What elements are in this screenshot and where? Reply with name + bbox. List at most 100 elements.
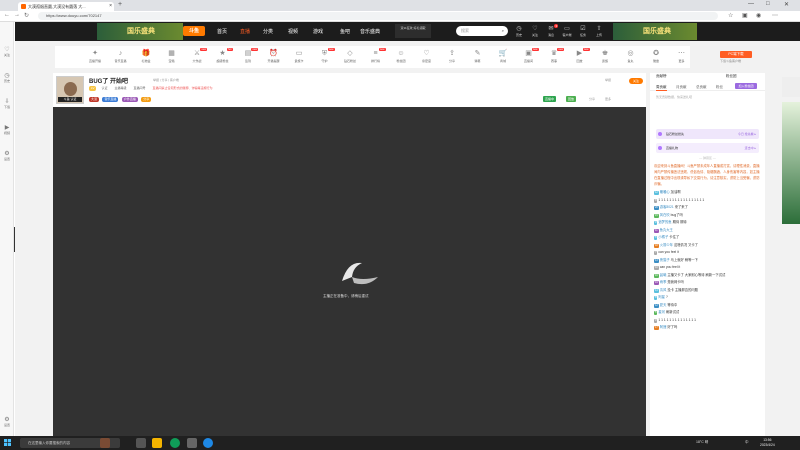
chat-message[interactable]: 7 can you feel it bbox=[654, 249, 762, 256]
chat-message[interactable]: 12 夏天等待中 bbox=[654, 302, 762, 309]
file-explorer-icon[interactable] bbox=[152, 438, 162, 448]
promo-box[interactable]: 双11狂欢 好礼领取 bbox=[395, 24, 431, 38]
feature-item[interactable]: ✪ 徽章 bbox=[644, 48, 668, 63]
chat-message[interactable]: 13 夜猫子马上就好 稍等一下 bbox=[654, 257, 762, 264]
chat-username[interactable]: 阿星 bbox=[658, 295, 665, 299]
sidebar-item-settings[interactable]: ⚙ 设置 bbox=[0, 150, 14, 161]
pc-download-button[interactable]: PC端下载 bbox=[720, 51, 752, 58]
reload-icon[interactable]: ↻ bbox=[24, 12, 29, 19]
tab-total[interactable]: 总贡献 bbox=[696, 85, 707, 90]
chat-username[interactable]: 火箭少年 bbox=[660, 243, 673, 247]
sidebar-bottom-settings[interactable]: ⚙ 设置 bbox=[0, 416, 14, 427]
tag-chip[interactable]: 音乐直播 bbox=[102, 97, 119, 102]
feature-item[interactable]: ♪ 音乐直播 bbox=[109, 48, 133, 63]
report-button[interactable]: 举报 bbox=[605, 78, 611, 82]
replay-chip[interactable]: 回放 bbox=[566, 96, 577, 102]
follow-button[interactable]: 关注 bbox=[629, 78, 643, 84]
feature-item[interactable]: ♚ 贵族 bbox=[593, 48, 617, 63]
windows-start-icon[interactable] bbox=[4, 439, 11, 446]
chat-username[interactable]: 小橘子 bbox=[658, 235, 668, 239]
browser-tab[interactable]: 大漠孤烟直圆,大漠没有圆落 大... × bbox=[18, 2, 114, 11]
gift-bar[interactable]: 直播礼物 连击中 ▸ bbox=[656, 143, 759, 153]
chat-message[interactable]: 8 阿星? bbox=[654, 294, 762, 301]
new-tab-button[interactable]: + bbox=[118, 1, 122, 8]
live-chip[interactable]: 直播中 bbox=[543, 96, 557, 102]
profile-icon[interactable]: ◉ bbox=[756, 12, 761, 19]
chat-message[interactable]: 15 风在吹bug了吗 bbox=[654, 212, 762, 219]
menu-icon[interactable]: ⋯ bbox=[772, 12, 778, 19]
edge-icon[interactable] bbox=[170, 438, 180, 448]
nav-game[interactable]: 游戏 bbox=[313, 28, 323, 35]
feature-item[interactable]: ◇ 钻石粉丝 bbox=[338, 48, 362, 63]
feature-item[interactable]: ▤ 签到 new bbox=[236, 48, 260, 63]
chat-message[interactable]: 16 晨曦主播又卡了 大家耐心等待 刷新一下试试 bbox=[654, 272, 762, 279]
tag-chip[interactable]: 户外直播 bbox=[121, 97, 138, 102]
weather-text[interactable]: 18°C 晴 bbox=[696, 440, 708, 445]
feature-item[interactable]: ◎ 鱼丸 bbox=[619, 48, 643, 63]
feature-item[interactable]: ▭ 贵族卡 bbox=[287, 48, 311, 63]
stream-meta[interactable]: 举报 | 分享 | 客户端 bbox=[153, 78, 179, 82]
feature-item[interactable]: ✦ 直播开播 bbox=[83, 48, 107, 63]
sidebar-item-video[interactable]: ▶ 视频 bbox=[0, 124, 14, 135]
nav-music-festival[interactable]: 音乐盛典 bbox=[360, 28, 380, 35]
chat-message[interactable]: 17 阿狸好了吗 bbox=[654, 324, 762, 331]
taskbar-clock[interactable]: 13:56 2023/4/24 bbox=[760, 438, 775, 447]
star-icon[interactable]: ☆ bbox=[728, 12, 733, 19]
feature-item[interactable]: ♡ 亲密度 bbox=[415, 48, 439, 63]
tab-week[interactable]: 周贡献 bbox=[656, 85, 667, 91]
chat-message[interactable]: 19 雨季是我网卡吗 bbox=[654, 279, 762, 286]
forward-icon[interactable]: → bbox=[14, 12, 20, 18]
chat-message[interactable]: 5 星河刷新试试 bbox=[654, 309, 762, 316]
feature-item[interactable]: ★ 超级粉丝 hot bbox=[211, 48, 235, 63]
feature-item[interactable]: 🎁 礼物盒 bbox=[134, 48, 158, 63]
tab-close-icon[interactable]: × bbox=[109, 2, 112, 11]
back-icon[interactable]: ← bbox=[4, 12, 10, 18]
feature-item[interactable]: ⇪ 分享 bbox=[440, 48, 464, 63]
task-button[interactable]: ☑ 任务 bbox=[576, 25, 590, 37]
chat-message[interactable]: 12 暖暖心加油啊 bbox=[654, 189, 762, 196]
feature-item[interactable]: ▦ 宝箱 bbox=[160, 48, 184, 63]
chat-username[interactable]: 风在吹 bbox=[660, 213, 670, 217]
right-festival-banner[interactable]: 国乐盛典 bbox=[613, 23, 697, 40]
feature-item[interactable]: ⚔ 大作战 new bbox=[185, 48, 209, 63]
chat-message[interactable]: 18 火箭少年这啥情况 又卡了 bbox=[654, 242, 762, 249]
sidebar-item-follow[interactable]: ♡ 关注 bbox=[0, 46, 14, 57]
feature-item[interactable]: ☺ 粉丝团 bbox=[389, 48, 413, 63]
search-icon[interactable]: ⌕ bbox=[502, 26, 504, 36]
chat-message[interactable]: 81 1 1 1 1 1 1 1 1 1 1 1 1 1 1 1 1 bbox=[654, 197, 762, 204]
nav-home[interactable]: 首页 bbox=[217, 28, 227, 35]
ad-slot[interactable] bbox=[782, 77, 800, 97]
close-window-button[interactable]: ✕ bbox=[784, 1, 789, 8]
chat-username[interactable]: 鱼丸大王 bbox=[660, 228, 673, 232]
browser-icon[interactable] bbox=[203, 438, 213, 448]
chat-message[interactable]: 6 小橘子卡住了 bbox=[654, 234, 762, 241]
feature-item[interactable]: ▣ 直播间 new bbox=[517, 48, 541, 63]
tag-chip[interactable]: 分享 bbox=[141, 97, 152, 102]
maximize-button[interactable]: □ bbox=[766, 1, 770, 7]
feature-item[interactable]: 🛒 商城 bbox=[491, 48, 515, 63]
chat-message[interactable]: 91 1 1 1 1 1 1 1 1 1 1 1 1 1 bbox=[654, 317, 762, 324]
message-button[interactable]: ✉ 消息 3 bbox=[544, 24, 558, 37]
chat-username[interactable]: 清风 bbox=[660, 288, 667, 292]
search-input[interactable]: 搜索 ⌕ bbox=[456, 26, 508, 36]
client-button[interactable]: ▭ 客户端 bbox=[560, 25, 574, 37]
tab-month[interactable]: 月贡献 bbox=[676, 85, 687, 90]
sidebar-item-download[interactable]: ⇩ 下载 bbox=[0, 98, 14, 109]
side-ad-banner[interactable] bbox=[782, 102, 800, 224]
chat-username[interactable]: 阿狸 bbox=[660, 325, 667, 329]
ime-indicator[interactable]: 中 bbox=[745, 440, 749, 445]
chat-username[interactable]: 晨曦 bbox=[660, 273, 667, 277]
chat-message[interactable]: 9 追梦的鱼期待 期待 bbox=[654, 219, 762, 226]
task-view-icon[interactable] bbox=[136, 438, 146, 448]
video-player[interactable]: 主播正在准备中，请稍后重试 bbox=[53, 107, 646, 436]
collections-icon[interactable]: ▣ bbox=[742, 12, 748, 19]
feature-item[interactable]: ▶ 回放 new bbox=[568, 48, 592, 63]
chat-message[interactable]: 11 鱼丸大王 bbox=[654, 227, 762, 234]
share-link[interactable]: 分享 bbox=[589, 97, 595, 101]
more-link[interactable]: 更多 bbox=[605, 97, 611, 101]
chat-username[interactable]: 夏天 bbox=[660, 303, 667, 307]
taskbar-thumbnail[interactable] bbox=[100, 438, 110, 448]
feature-item[interactable]: ✎ 弹幕 bbox=[466, 48, 490, 63]
nav-yuba[interactable]: 鱼吧 bbox=[340, 28, 350, 35]
chat-username[interactable]: 星河 bbox=[658, 310, 665, 314]
